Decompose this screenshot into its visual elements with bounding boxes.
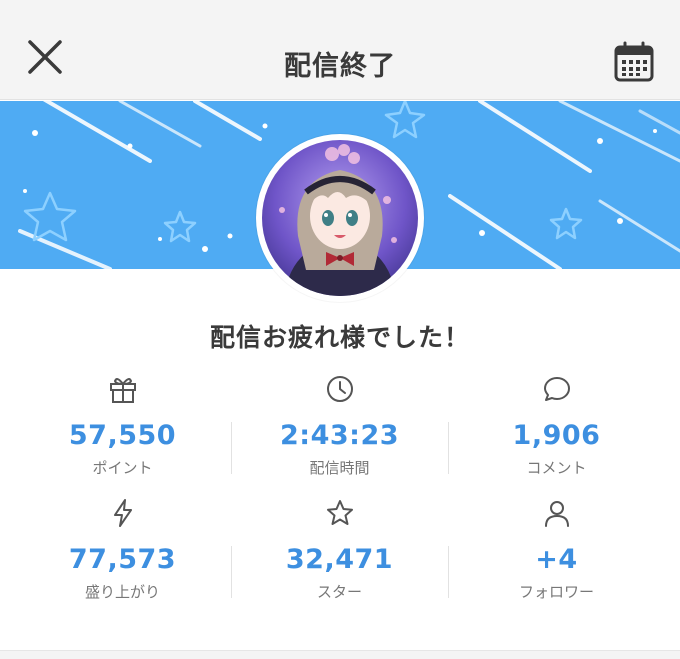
stats-grid: 57,550 ポイント 2:43:23 配信時間 1,906 コメント 77,5…: [14, 372, 666, 620]
points-label: ポイント: [92, 459, 153, 477]
header-bar: 配信終了: [0, 0, 680, 100]
points-value: 57,550: [68, 420, 177, 451]
excitement-value: 77,573: [68, 544, 177, 575]
avatar-image: [262, 140, 418, 296]
comments-value: 1,906: [512, 420, 601, 451]
stars-label: スター: [316, 583, 362, 601]
comment-icon: [543, 377, 570, 401]
page-title: 配信終了: [284, 51, 396, 82]
stat-stars: 32,471 スター: [231, 496, 448, 620]
stat-comments: 1,906 コメント: [448, 372, 665, 496]
clock-icon: [326, 376, 353, 402]
avatar[interactable]: [256, 134, 424, 302]
duration-label: 配信時間: [309, 459, 370, 477]
person-icon: [544, 501, 569, 527]
followers-value: +4: [535, 544, 578, 575]
gift-icon: [109, 378, 136, 403]
calendar-icon: [614, 41, 654, 82]
stars-value: 32,471: [285, 544, 394, 575]
calendar-button[interactable]: [612, 40, 656, 84]
stats-row: 77,573 盛り上がり 32,471 スター +4 フォロワー: [14, 496, 666, 620]
duration-value: 2:43:23: [279, 420, 400, 451]
followers-label: フォロワー: [518, 583, 594, 601]
lightning-icon: [113, 499, 132, 527]
stats-row: 57,550 ポイント 2:43:23 配信時間 1,906 コメント: [14, 372, 666, 496]
stat-points: 57,550 ポイント: [14, 372, 231, 496]
bottom-divider: [0, 650, 680, 659]
completion-message: 配信お疲れ様でした！: [209, 323, 470, 352]
stat-excitement: 77,573 盛り上がり: [14, 496, 231, 620]
excitement-label: 盛り上がり: [84, 583, 160, 601]
comments-label: コメント: [526, 459, 587, 477]
star-icon: [326, 500, 353, 525]
stat-duration: 2:43:23 配信時間: [231, 372, 448, 496]
stat-followers: +4 フォロワー: [448, 496, 665, 620]
